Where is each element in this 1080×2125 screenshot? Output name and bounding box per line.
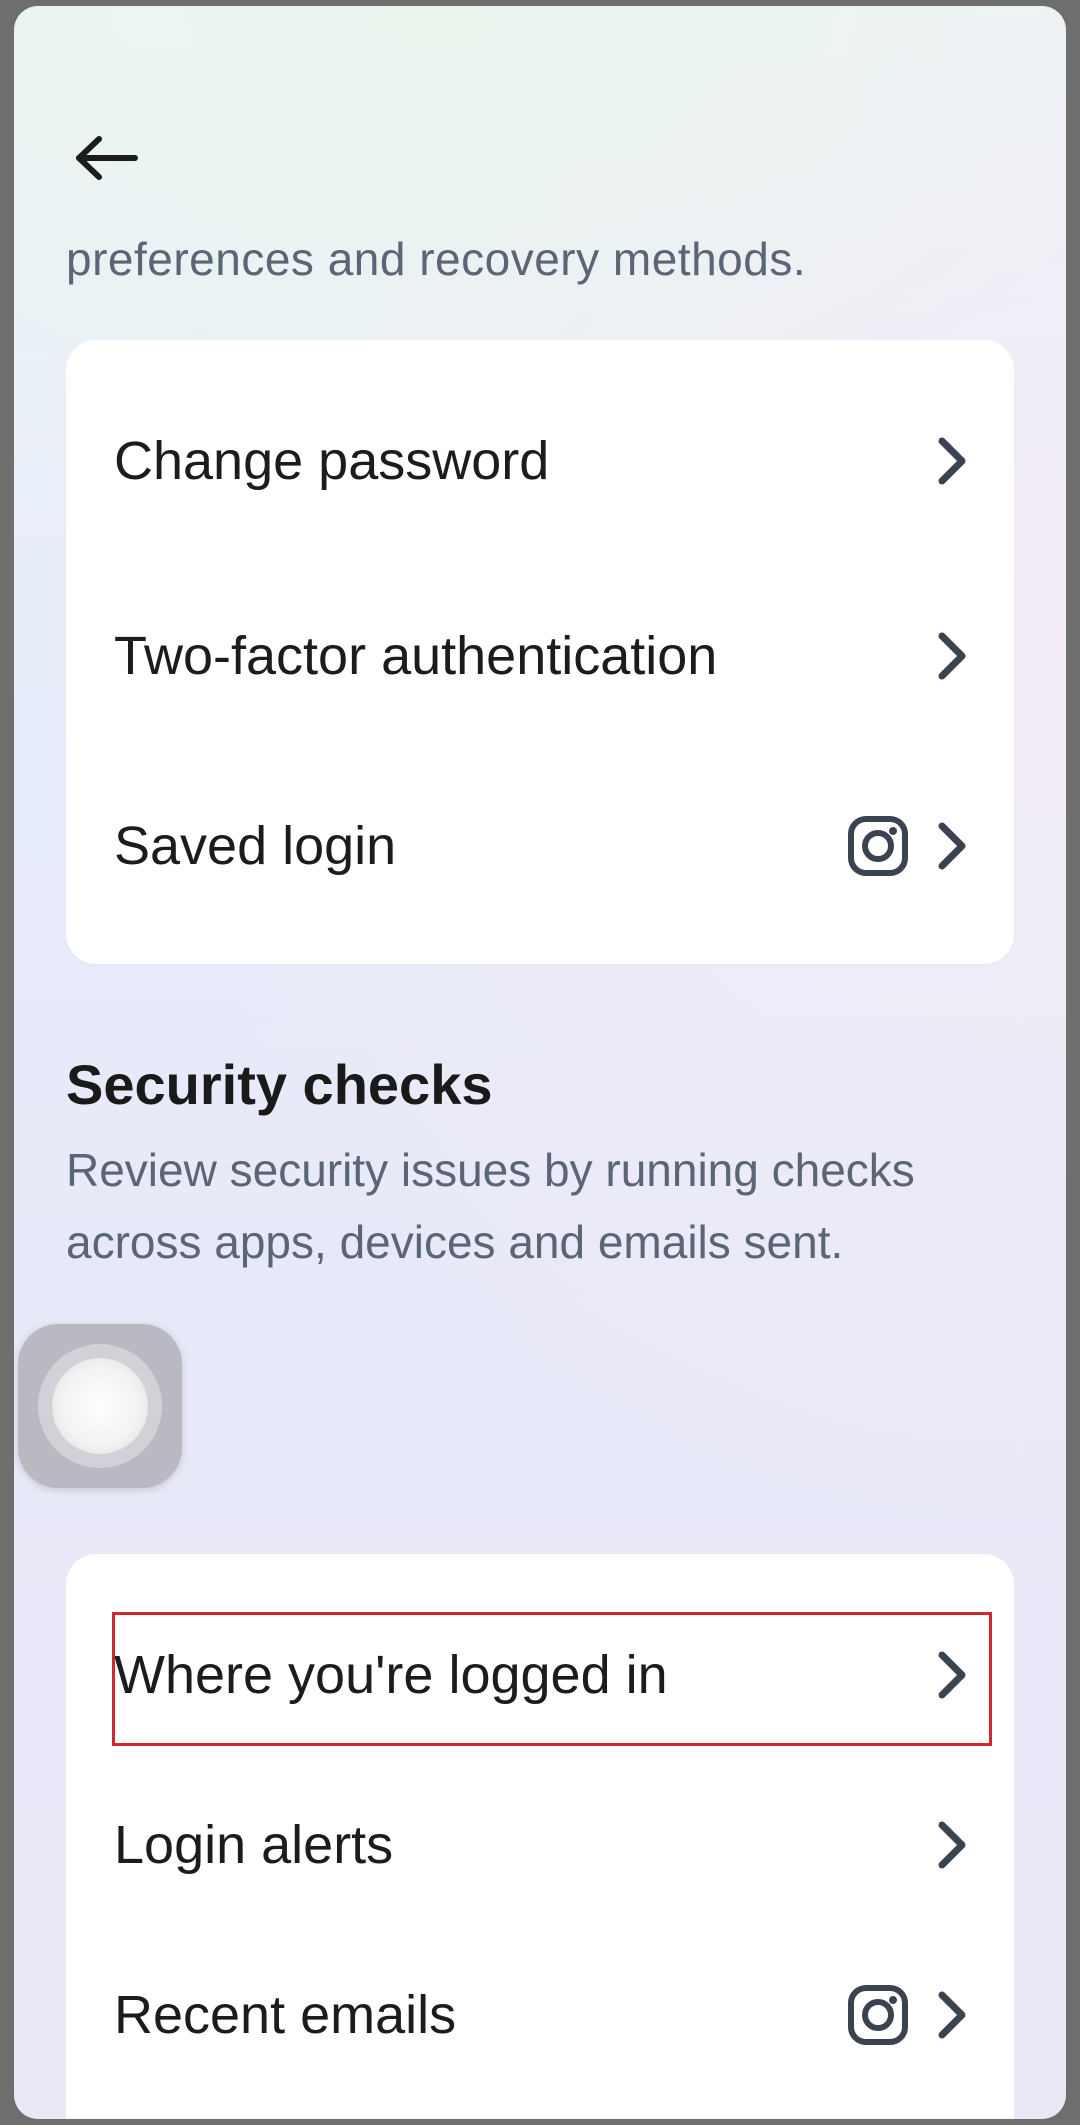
row-label: Saved login xyxy=(114,811,846,881)
instagram-icon xyxy=(846,1983,910,2047)
back-button[interactable] xyxy=(66,118,146,198)
row-label: Change password xyxy=(114,426,938,496)
row-where-youre-logged-in[interactable]: Where you're logged in xyxy=(114,1590,966,1760)
row-security-checkup[interactable]: Security Checkup xyxy=(114,2100,966,2119)
chevron-right-icon xyxy=(938,1821,966,1869)
row-saved-login[interactable]: Saved login xyxy=(114,766,966,926)
security-checks-title: Security checks xyxy=(66,1052,492,1117)
security-checks-card: Where you're logged in Login alerts Rece… xyxy=(66,1554,1014,2119)
chevron-right-icon xyxy=(938,1651,966,1699)
row-recent-emails[interactable]: Recent emails xyxy=(114,1930,966,2100)
header-subtitle: preferences and recovery methods. xyxy=(66,228,806,290)
row-change-password[interactable]: Change password xyxy=(114,376,966,546)
row-label: Login alerts xyxy=(114,1810,938,1880)
chevron-right-icon xyxy=(938,437,966,485)
row-label: Recent emails xyxy=(114,1980,846,2050)
chevron-right-icon xyxy=(938,632,966,680)
chevron-right-icon xyxy=(938,822,966,870)
chevron-right-icon xyxy=(938,1991,966,2039)
assistive-touch-button[interactable] xyxy=(18,1324,182,1488)
security-checks-description: Review security issues by running checks… xyxy=(66,1134,1014,1278)
instagram-icon xyxy=(846,814,910,878)
row-label: Where you're logged in xyxy=(114,1640,938,1710)
row-two-factor-authentication[interactable]: Two-factor authentication xyxy=(114,546,966,766)
row-label: Two-factor authentication xyxy=(114,621,938,691)
login-recovery-card: Change password Two-factor authenticatio… xyxy=(66,340,1014,964)
row-login-alerts[interactable]: Login alerts xyxy=(114,1760,966,1930)
arrow-left-icon xyxy=(73,133,139,183)
assistive-touch-inner xyxy=(52,1358,148,1454)
settings-screen: preferences and recovery methods. Change… xyxy=(14,6,1066,2119)
